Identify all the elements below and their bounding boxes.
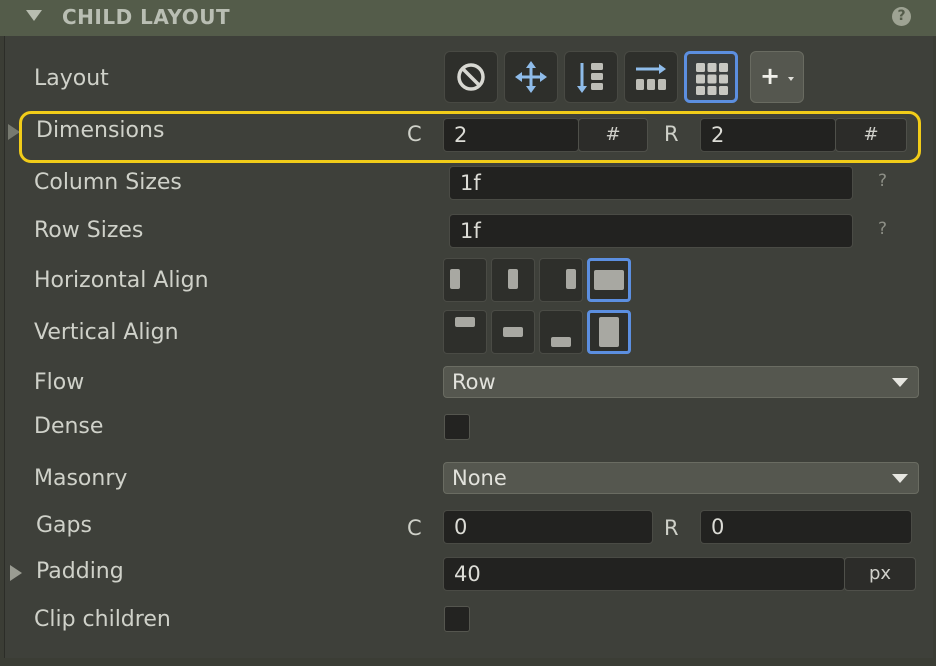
layout-label: Layout (34, 66, 109, 91)
dense-label: Dense (34, 414, 104, 439)
row-sizes-help-icon[interactable]: ? (878, 219, 887, 239)
padding-expand-icon[interactable] (10, 565, 22, 581)
layout-stack-vertical-button[interactable] (564, 51, 618, 103)
gaps-c-label: C (407, 516, 422, 540)
stack-horizontal-icon (636, 64, 666, 90)
column-sizes-label: Column Sizes (34, 170, 182, 195)
column-sizes-input[interactable]: 1f (449, 166, 853, 200)
chevron-down-icon (892, 378, 908, 387)
horizontal-align-label: Horizontal Align (34, 268, 209, 293)
v-align-stretch-button[interactable] (587, 310, 631, 354)
gaps-label: Gaps (36, 513, 92, 538)
masonry-label: Masonry (34, 466, 128, 491)
column-sizes-help-icon[interactable]: ? (878, 171, 887, 191)
flow-select[interactable]: Row (443, 366, 919, 398)
add-layout-button[interactable]: + (750, 51, 804, 103)
flow-label: Flow (34, 370, 85, 395)
flow-select-value: Row (452, 370, 496, 394)
padding-unit[interactable]: px (844, 557, 916, 591)
dropdown-caret-icon (788, 77, 794, 81)
clip-children-label: Clip children (34, 607, 171, 632)
padding-input[interactable]: 40 (443, 557, 845, 591)
clip-children-checkbox[interactable] (444, 606, 470, 632)
align-left-icon (450, 269, 460, 289)
layout-none-button[interactable] (444, 51, 498, 103)
layout-stack-horizontal-button[interactable] (624, 51, 678, 103)
v-align-top-button[interactable] (443, 310, 487, 354)
gaps-column-input[interactable]: 0 (443, 510, 653, 544)
align-stretch-vertical-icon (599, 317, 619, 347)
chevron-down-icon (892, 474, 908, 483)
row-sizes-input[interactable]: 1f (449, 214, 853, 248)
h-align-center-button[interactable] (491, 258, 535, 302)
align-middle-icon (503, 327, 523, 337)
gaps-row-input[interactable]: 0 (700, 510, 912, 544)
h-align-stretch-button[interactable] (587, 258, 631, 302)
move-icon (515, 61, 547, 93)
none-icon (457, 63, 485, 91)
h-align-left-button[interactable] (443, 258, 487, 302)
layout-grid-button[interactable] (684, 51, 738, 103)
h-align-right-button[interactable] (539, 258, 583, 302)
dense-checkbox[interactable] (444, 414, 470, 440)
align-center-icon (508, 269, 518, 289)
section-title: CHILD LAYOUT (62, 5, 231, 29)
masonry-select[interactable]: None (443, 462, 919, 494)
stack-vertical-icon (577, 63, 603, 93)
masonry-select-value: None (452, 466, 507, 490)
v-align-bottom-button[interactable] (539, 310, 583, 354)
collapse-triangle-icon[interactable] (26, 10, 42, 21)
vertical-align-label: Vertical Align (34, 320, 179, 345)
help-icon[interactable]: ? (892, 7, 911, 26)
align-right-icon (566, 269, 576, 289)
plus-icon: + (760, 62, 781, 90)
align-stretch-icon (594, 270, 624, 290)
padding-label: Padding (36, 559, 124, 584)
section-header[interactable]: CHILD LAYOUT ? (0, 0, 936, 36)
gaps-r-label: R (664, 516, 679, 540)
align-top-icon (455, 317, 475, 327)
v-align-middle-button[interactable] (491, 310, 535, 354)
row-sizes-label: Row Sizes (34, 218, 144, 243)
dimensions-highlight (19, 111, 921, 163)
align-bottom-icon (551, 337, 571, 347)
layout-move-button[interactable] (504, 51, 558, 103)
grid-icon (696, 63, 728, 95)
